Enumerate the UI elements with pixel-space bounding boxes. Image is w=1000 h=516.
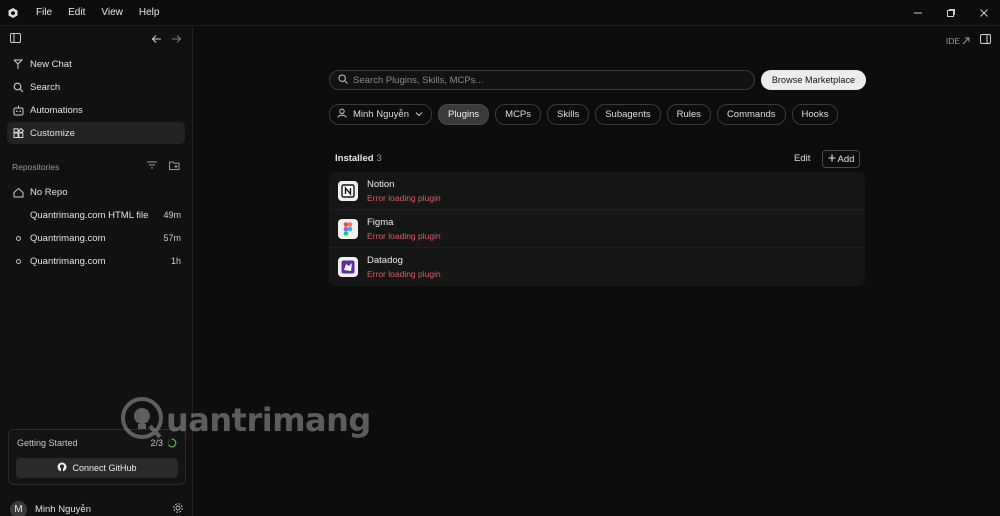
plugin-status: Error loading plugin (367, 192, 441, 203)
menu-file[interactable]: File (28, 0, 60, 26)
sidebar-item-automations[interactable]: Automations (7, 99, 185, 121)
sidebar-item-label: Search (30, 81, 61, 93)
notion-icon (338, 180, 358, 201)
repo-label: Quantrimang.com (30, 255, 106, 267)
figma-icon (338, 218, 358, 239)
repo-label: Quantrimang.com (30, 232, 106, 244)
list-item[interactable]: Notion Error loading plugin (329, 172, 865, 210)
plugin-name: Notion (367, 178, 395, 190)
filter-icon[interactable] (147, 161, 157, 172)
ide-link[interactable]: IDE (946, 36, 970, 46)
repo-item[interactable]: Quantrimang.com 1h (7, 250, 185, 272)
browse-marketplace-button[interactable]: Browse Marketplace (761, 70, 866, 90)
plugin-status: Error loading plugin (367, 269, 441, 279)
tab-skills[interactable]: Skills (547, 104, 590, 125)
connect-github-button[interactable]: Connect GitHub (16, 458, 178, 478)
gear-icon[interactable] (172, 502, 184, 516)
tab-rules[interactable]: Rules (666, 104, 711, 125)
repo-time: 1h (170, 256, 181, 266)
back-arrow-icon[interactable] (151, 34, 162, 47)
dot-icon (12, 255, 24, 267)
home-icon (12, 186, 24, 198)
plugin-list: Notion Error loading plugin Figma Error … (329, 172, 865, 286)
menu-help[interactable]: Help (131, 0, 168, 26)
plugin-name: Datadog (367, 255, 403, 266)
plugin-status: Error loading plugin (367, 230, 441, 241)
tab-subagents[interactable]: Subagents (595, 104, 661, 125)
new-folder-icon[interactable] (169, 161, 180, 172)
window-controls (901, 0, 1000, 26)
search-placeholder: Search Plugins, Skills, MCPs... (353, 74, 484, 86)
repo-label: Quantrimang.com HTML file (30, 209, 149, 221)
repo-item-no-repo[interactable]: No Repo (7, 181, 185, 203)
menu-view[interactable]: View (93, 0, 131, 26)
search-icon (338, 73, 348, 87)
list-item[interactable]: Figma Error loading plugin (329, 210, 865, 248)
installed-count: 3 (376, 153, 382, 164)
menu-bar: File Edit View Help (28, 0, 167, 26)
tab-hooks[interactable]: Hooks (791, 104, 839, 125)
sidebar-item-search[interactable]: Search (7, 76, 185, 98)
minimize-button[interactable] (901, 0, 934, 26)
sidebar-item-label: Automations (30, 104, 83, 116)
repo-label: No Repo (30, 186, 68, 198)
search-input[interactable]: Search Plugins, Skills, MCPs... (329, 70, 755, 90)
datadog-icon (338, 257, 358, 277)
sidebar-toggle-icon[interactable] (10, 33, 22, 47)
plus-icon (828, 154, 836, 165)
repo-item[interactable]: Quantrimang.com HTML file 49m (7, 204, 185, 226)
watermark-text: uantrimang (166, 400, 371, 439)
customize-icon (12, 127, 24, 139)
watermark: uantrimang (120, 396, 371, 443)
dot-icon (12, 232, 24, 244)
github-icon (57, 462, 67, 474)
user-name: Minh Nguyễn (35, 503, 91, 515)
filter-bar: Minh Nguyễn Plugins MCPs Skills Subagent… (329, 104, 839, 125)
sidebar-item-label: New Chat (30, 58, 72, 70)
automations-icon (12, 104, 24, 116)
forward-arrow-icon[interactable] (171, 34, 182, 47)
chevron-down-icon (415, 109, 423, 120)
new-chat-icon (12, 58, 24, 70)
repo-item[interactable]: Quantrimang.com 57m (7, 227, 185, 249)
sidebar-item-label: Customize (30, 127, 75, 139)
app-logo-icon (0, 0, 26, 26)
panel-toggle-icon[interactable] (980, 34, 992, 48)
user-icon (337, 108, 347, 121)
plugin-name: Figma (367, 216, 394, 228)
list-item[interactable]: Datadog Error loading plugin (329, 248, 865, 286)
installed-header: Installed 3 (335, 153, 382, 164)
tab-mcps[interactable]: MCPs (495, 104, 542, 125)
avatar: M (10, 500, 27, 516)
user-profile[interactable]: M Minh Nguyễn (10, 499, 186, 516)
getting-started-title: Getting Started (17, 438, 78, 448)
repo-time: 49m (163, 210, 181, 220)
repo-time: 57m (163, 233, 181, 243)
restore-button[interactable] (934, 0, 967, 26)
repositories-header: Repositories (0, 159, 192, 175)
tab-plugins[interactable]: Plugins (437, 104, 490, 125)
close-button[interactable] (967, 0, 1000, 26)
sidebar-item-customize[interactable]: Customize (7, 122, 185, 144)
title-bar: File Edit View Help (0, 0, 1000, 26)
menu-edit[interactable]: Edit (60, 0, 93, 26)
repositories-label: Repositories (12, 162, 60, 172)
external-link-icon (962, 37, 970, 45)
tab-commands[interactable]: Commands (716, 104, 786, 125)
user-filter-dropdown[interactable]: Minh Nguyễn (329, 104, 432, 125)
watermark-logo-icon (120, 396, 164, 443)
search-icon (12, 81, 24, 93)
edit-button[interactable]: Edit (794, 153, 810, 164)
sidebar-item-new-chat[interactable]: New Chat (7, 53, 185, 75)
add-button[interactable]: Add (822, 150, 860, 168)
